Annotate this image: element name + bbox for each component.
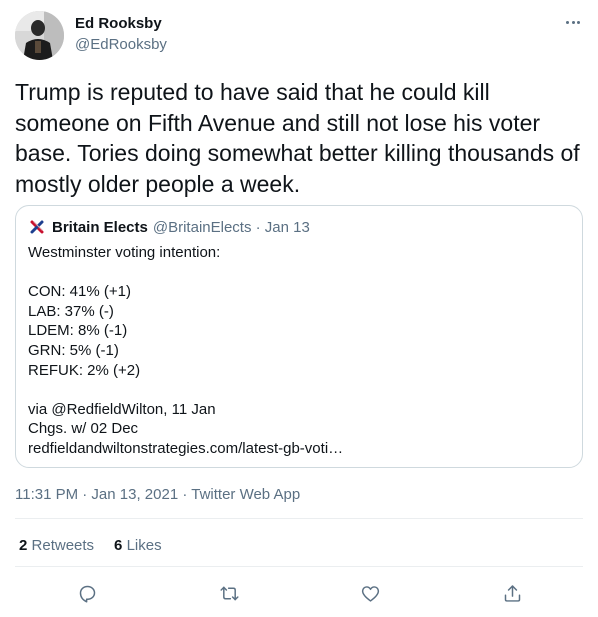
likes-stat[interactable]: 6 Likes xyxy=(114,537,162,554)
action-bar xyxy=(0,578,598,608)
more-icon[interactable] xyxy=(560,12,586,32)
quoted-line: CON: 41% (+1) xyxy=(28,283,131,301)
quoted-line xyxy=(28,263,568,283)
quoted-line: Chgs. w/ 02 Dec xyxy=(28,420,139,438)
like-icon[interactable] xyxy=(355,578,385,608)
tweet-timestamp: 11:31 PM · Jan 13, 2021 · Twitter Web Ap… xyxy=(15,486,300,503)
likes-label: Likes xyxy=(126,537,162,554)
quoted-line: LAB: 37% (-) xyxy=(28,302,114,320)
quoted-author-name: Britain Elects xyxy=(52,218,148,236)
likes-count: 6 xyxy=(114,537,123,554)
quoted-tweet-header: Britain Elects @BritainElects · Jan 13 xyxy=(28,218,310,236)
timestamp-link[interactable]: 11:31 PM · Jan 13, 2021 xyxy=(15,486,178,503)
avatar[interactable] xyxy=(15,11,64,60)
quoted-line: LDEM: 8% (-1) xyxy=(28,322,128,340)
divider xyxy=(15,566,583,567)
share-icon[interactable] xyxy=(497,578,527,608)
tweet-stats: 2 Retweets 6 Likes xyxy=(19,537,182,554)
quoted-line: Westminster voting intention: xyxy=(28,244,221,261)
quoted-line: redfieldandwiltonstrategies.com/latest-g… xyxy=(28,439,344,457)
quoted-tweet-body: Westminster voting intention: CON: 41% (… xyxy=(28,243,568,459)
quoted-line: REFUK: 2% (+2) xyxy=(28,361,141,379)
retweet-icon[interactable] xyxy=(214,578,244,608)
tweet: Ed Rooksby @EdRooksby Trump is reputed t… xyxy=(0,0,598,617)
quoted-line: via @RedfieldWilton, 11 Jan xyxy=(28,400,216,418)
author-name[interactable]: Ed Rooksby xyxy=(75,15,162,32)
britain-elects-logo-icon xyxy=(28,218,46,236)
quoted-line: GRN: 5% (-1) xyxy=(28,341,119,359)
divider xyxy=(15,518,583,519)
timestamp-separator: · xyxy=(178,486,192,503)
reply-icon[interactable] xyxy=(72,578,102,608)
quoted-author-meta: @BritainElects · Jan 13 xyxy=(152,218,310,236)
avatar-photo xyxy=(15,11,64,60)
quoted-tweet[interactable]: Britain Elects @BritainElects · Jan 13 W… xyxy=(15,205,583,468)
author-handle[interactable]: @EdRooksby xyxy=(75,36,167,53)
retweets-count: 2 xyxy=(19,537,28,554)
retweets-stat[interactable]: 2 Retweets xyxy=(19,537,94,554)
quoted-line xyxy=(28,380,568,400)
tweet-text: Trump is reputed to have said that he co… xyxy=(15,79,580,197)
source-link[interactable]: Twitter Web App xyxy=(191,486,300,503)
retweets-label: Retweets xyxy=(31,537,95,554)
